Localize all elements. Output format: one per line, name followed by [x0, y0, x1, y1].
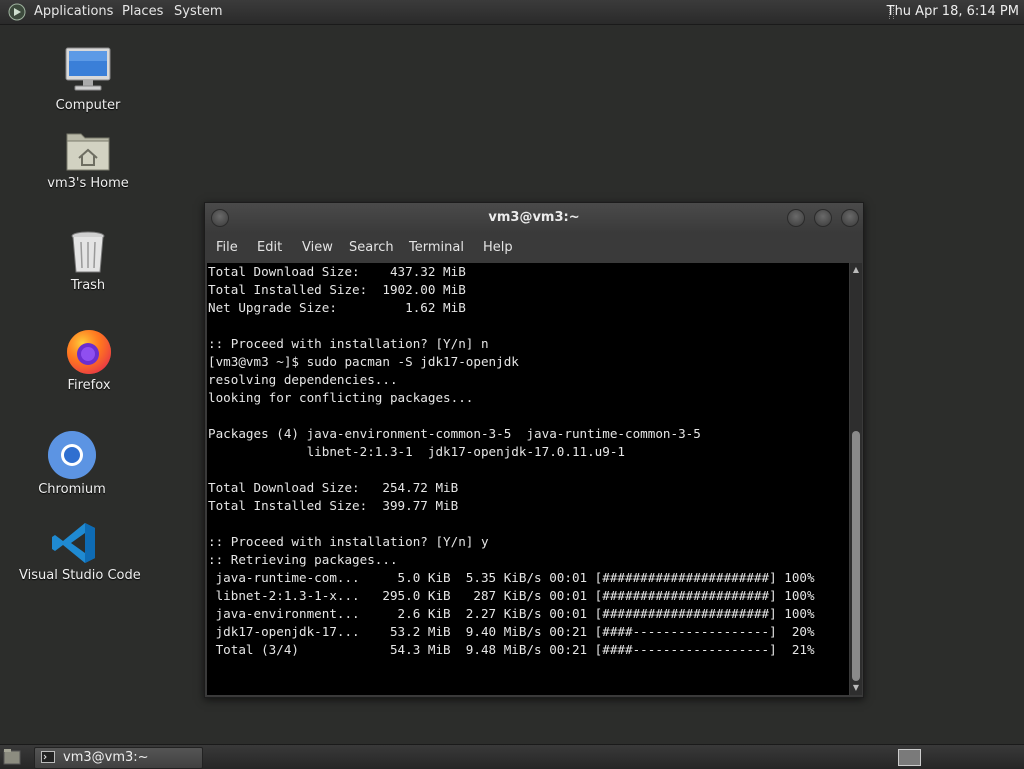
terminal-line: Net Upgrade Size: 1.62 MiB	[208, 300, 466, 315]
desktop-icon-vscode[interactable]: Visual Studio Code	[19, 520, 141, 583]
menu-help[interactable]: Help	[483, 240, 513, 255]
desktop-icon-label: vm3's Home	[47, 176, 129, 191]
workspace-switcher[interactable]	[898, 749, 921, 766]
terminal-menubar: File Edit View Search Terminal Help	[205, 233, 863, 263]
menu-view[interactable]: View	[302, 240, 333, 255]
terminal-line: :: Proceed with installation? [Y/n] y	[208, 534, 489, 549]
menu-terminal[interactable]: Terminal	[409, 240, 464, 255]
menu-file[interactable]: File	[216, 240, 238, 255]
terminal-window[interactable]: vm3@vm3:~ File Edit View Search Terminal…	[204, 202, 864, 698]
top-panel: Applications Places System Thu Apr 18, 6…	[0, 0, 1024, 25]
desktop-icon-label: Visual Studio Code	[19, 568, 141, 583]
scrollbar-thumb[interactable]	[852, 431, 860, 681]
desktop-icon-computer[interactable]: Computer	[33, 46, 143, 113]
taskbar-window-label: vm3@vm3:~	[63, 750, 149, 765]
terminal-line: Total Installed Size: 1902.00 MiB	[208, 282, 466, 297]
desktop-icon-label: Chromium	[38, 482, 106, 497]
terminal-line: java-runtime-com... 5.0 KiB 5.35 KiB/s 0…	[208, 570, 815, 585]
terminal-line: Total Download Size: 437.32 MiB	[208, 264, 466, 279]
window-titlebar[interactable]: vm3@vm3:~	[205, 203, 863, 233]
maximize-button[interactable]	[814, 209, 832, 227]
terminal-line: looking for conflicting packages...	[208, 390, 474, 405]
terminal-line: :: Retrieving packages...	[208, 552, 398, 567]
terminal-line: java-environment... 2.6 KiB 2.27 KiB/s 0…	[208, 606, 815, 621]
terminal-line: Total (3/4) 54.3 MiB 9.48 MiB/s 00:21 [#…	[208, 642, 815, 657]
menu-places[interactable]: Places	[122, 4, 163, 19]
scroll-down-arrow-icon[interactable]: ▼	[851, 683, 861, 693]
terminal-line: :: Proceed with installation? [Y/n] n	[208, 336, 489, 351]
terminal-line: [vm3@vm3 ~]$ sudo pacman -S jdk17-openjd…	[208, 354, 519, 369]
menu-edit[interactable]: Edit	[257, 240, 282, 255]
menu-search[interactable]: Search	[349, 240, 394, 255]
terminal-output[interactable]: Total Download Size: 437.32 MiB Total Ins…	[207, 263, 849, 695]
terminal-line: Total Download Size: 254.72 MiB	[208, 480, 459, 495]
close-button[interactable]	[841, 209, 859, 227]
vscode-icon	[52, 523, 95, 563]
terminal-scrollbar[interactable]: ▲ ▼	[850, 263, 862, 695]
desktop-icon-firefox[interactable]: Firefox	[34, 326, 144, 393]
scroll-up-arrow-icon[interactable]: ▲	[851, 265, 861, 275]
taskbar-window-button[interactable]: vm3@vm3:~	[34, 747, 203, 769]
computer-icon	[65, 47, 111, 91]
trash-icon	[71, 231, 105, 273]
desktop-icon-chromium[interactable]: Chromium	[17, 430, 127, 497]
home-folder-icon	[66, 133, 110, 171]
desktop-icon-label: Trash	[70, 278, 106, 293]
minimize-button[interactable]	[787, 209, 805, 227]
show-desktop-icon[interactable]	[3, 748, 21, 765]
desktop-icon-label: Firefox	[67, 378, 111, 393]
menu-applications[interactable]: Applications	[34, 4, 113, 19]
window-title: vm3@vm3:~	[488, 210, 580, 225]
clock[interactable]: Thu Apr 18, 6:14 PM	[887, 4, 1019, 19]
firefox-icon	[67, 330, 111, 374]
chromium-icon	[48, 431, 96, 479]
terminal-line: jdk17-openjdk-17... 53.2 MiB 9.40 MiB/s …	[208, 624, 815, 639]
desktop-icon-trash[interactable]: Trash	[33, 228, 143, 293]
terminal-line: libnet-2:1.3-1 jdk17-openjdk-17.0.11.u9-…	[208, 444, 626, 459]
bottom-panel: vm3@vm3:~	[0, 744, 1024, 769]
menu-system[interactable]: System	[174, 4, 222, 19]
terminal-text: Total Download Size: 437.32 MiB Total Ins…	[207, 263, 849, 659]
terminal-line: Total Installed Size: 399.77 MiB	[208, 498, 459, 513]
desktop-icon-label: Computer	[55, 98, 121, 113]
desktop-icon-home[interactable]: vm3's Home	[33, 128, 143, 191]
terminal-line: resolving dependencies...	[208, 372, 398, 387]
terminal-line: libnet-2:1.3-1-x... 295.0 KiB 287 KiB/s …	[208, 588, 815, 603]
applications-logo-icon[interactable]	[8, 3, 26, 21]
terminal-icon	[41, 751, 55, 763]
terminal-line: Packages (4) java-environment-common-3-5…	[208, 426, 701, 441]
